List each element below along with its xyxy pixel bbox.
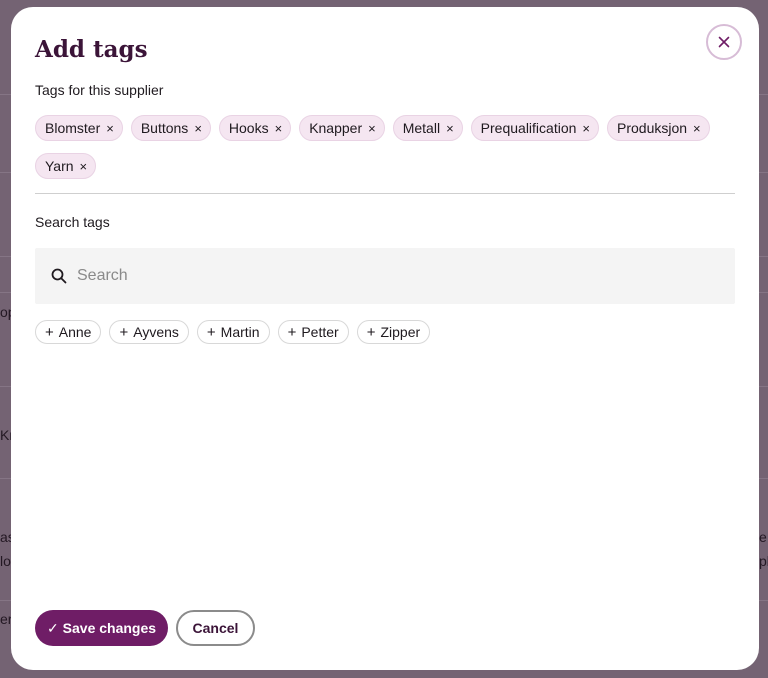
save-changes-button[interactable]: ✓ Save changes: [35, 610, 168, 646]
tag-chip: Buttons ×: [130, 115, 211, 141]
tag-chip: Produksjon ×: [607, 115, 710, 141]
tag-chip: Metall ×: [392, 115, 463, 141]
section-divider: [35, 193, 735, 194]
remove-tag-icon[interactable]: ×: [194, 122, 202, 135]
tag-chip: Hooks ×: [218, 115, 292, 141]
suggestion-label: Petter: [301, 324, 339, 340]
search-input[interactable]: [75, 266, 679, 286]
tag-label: Knapper: [309, 120, 363, 136]
background-text: e.: [759, 529, 768, 545]
tag-label: Prequalification: [480, 120, 577, 136]
remove-tag-icon[interactable]: ×: [582, 122, 590, 135]
search-icon: [51, 268, 67, 284]
remove-tag-icon[interactable]: ×: [106, 122, 114, 135]
tag-chip: Yarn ×: [35, 153, 97, 179]
suggestion-label: Martin: [220, 324, 260, 340]
plus-icon: +: [119, 323, 129, 341]
add-tag-button[interactable]: + Ayvens: [109, 320, 189, 344]
remove-tag-icon[interactable]: ×: [368, 122, 376, 135]
tag-label: Produksjon: [617, 120, 688, 136]
tag-label: Yarn: [45, 158, 74, 174]
suggestion-label: Anne: [58, 324, 92, 340]
remove-tag-icon[interactable]: ×: [275, 122, 283, 135]
close-icon: [718, 36, 730, 48]
plus-icon: +: [287, 323, 297, 341]
cancel-button[interactable]: Cancel: [176, 610, 255, 646]
add-tags-dialog: Add tags Tags for this supplier Blomster…: [11, 7, 759, 670]
suggestion-label: Zipper: [380, 324, 421, 340]
remove-tag-icon[interactable]: ×: [693, 122, 701, 135]
tag-chip: Prequalification ×: [470, 115, 599, 141]
current-tag-list: Blomster × Buttons × Hooks × Knapper × Metal…: [35, 115, 737, 179]
tag-label: Blomster: [45, 120, 101, 136]
tag-label: Metall: [402, 120, 441, 136]
tag-chip: Knapper ×: [299, 115, 385, 141]
background-text: pl: [759, 553, 768, 569]
add-tag-button[interactable]: + Anne: [35, 320, 102, 344]
tag-chip: Blomster ×: [35, 115, 123, 141]
add-tag-button[interactable]: + Martin: [196, 320, 270, 344]
plus-icon: +: [206, 323, 216, 341]
dialog-title: Add tags: [35, 36, 148, 63]
save-changes-label: Save changes: [62, 620, 157, 636]
search-tags-label: Search tags: [35, 214, 110, 230]
search-field[interactable]: [35, 248, 735, 304]
background-text: lo: [0, 553, 11, 569]
suggestion-label: Ayvens: [133, 324, 179, 340]
remove-tag-icon[interactable]: ×: [446, 122, 454, 135]
add-tag-button[interactable]: + Zipper: [356, 320, 431, 344]
add-tag-button[interactable]: + Petter: [277, 320, 349, 344]
close-button[interactable]: [706, 24, 742, 60]
plus-icon: +: [366, 323, 376, 341]
tag-label: Buttons: [140, 120, 189, 136]
check-icon: ✓: [46, 619, 59, 636]
tag-suggestions: + Anne + Ayvens + Martin + Petter + Zipper: [35, 320, 431, 344]
remove-tag-icon[interactable]: ×: [80, 160, 88, 173]
plus-icon: +: [45, 323, 54, 341]
tag-label: Hooks: [228, 120, 269, 136]
current-tags-label: Tags for this supplier: [35, 82, 164, 98]
